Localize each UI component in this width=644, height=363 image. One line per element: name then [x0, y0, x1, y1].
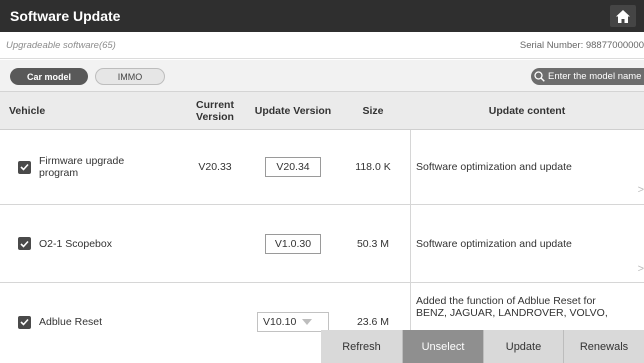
- vehicle-name: Adblue Reset: [39, 316, 103, 328]
- page-title: Software Update: [10, 8, 121, 24]
- action-bar: Refresh Unselect Update Renewals: [321, 330, 644, 363]
- software-update-screen: Software Update Upgradeable software(65)…: [0, 0, 644, 363]
- update-content-text: Software optimization and update: [416, 161, 572, 173]
- header-current-version: Current Version: [196, 99, 234, 123]
- vehicle-cell: Firmware upgrade program: [18, 130, 178, 204]
- home-icon: [616, 9, 630, 23]
- update-content-text: Added the function of Adblue Reset for B…: [416, 295, 608, 319]
- row-checkbox[interactable]: [18, 160, 31, 174]
- chevron-right-icon[interactable]: >: [638, 263, 644, 275]
- size: 50.3 M: [356, 237, 390, 250]
- vehicle-name: O2-1 Scopebox: [39, 237, 112, 250]
- size: 118.0 K: [355, 161, 391, 173]
- update-content: Software optimization and update: [410, 205, 644, 282]
- tab-immo[interactable]: IMMO: [95, 68, 165, 85]
- current-version: [180, 205, 250, 282]
- upgradeable-count: Upgradeable software(65): [6, 40, 116, 51]
- unselect-button[interactable]: Unselect: [402, 330, 483, 363]
- vehicle-cell: O2-1 Scopebox: [18, 205, 178, 282]
- refresh-button[interactable]: Refresh: [321, 330, 402, 363]
- table-row[interactable]: O2-1 Scopebox V1.0.30 50.3 M Software op…: [0, 205, 644, 283]
- header-size: Size: [362, 105, 384, 117]
- row-checkbox[interactable]: [18, 237, 31, 250]
- tab-car-model[interactable]: Car model: [10, 68, 88, 85]
- title-bar: Software Update: [0, 0, 644, 32]
- update-version-field[interactable]: V1.0.30: [265, 233, 321, 254]
- table-header: Vehicle Current Version Update Version S…: [0, 92, 644, 130]
- search-placeholder: Enter the model name: [548, 71, 642, 82]
- caret-down-icon: [302, 319, 313, 325]
- checkmark-icon: [20, 240, 29, 248]
- row-checkbox[interactable]: [18, 315, 31, 329]
- update-button[interactable]: Update: [483, 330, 563, 363]
- checkmark-icon: [20, 318, 29, 326]
- model-search-input[interactable]: Enter the model name: [531, 68, 644, 85]
- search-icon: [534, 71, 545, 82]
- update-version-value: V10.10: [263, 316, 297, 328]
- header-update-version: Update Version: [254, 105, 332, 117]
- update-content-text: Software optimization and update: [416, 237, 572, 250]
- vehicle-name: Firmware upgrade program: [39, 155, 125, 179]
- home-button[interactable]: [610, 5, 636, 27]
- update-content: Software optimization and update: [410, 130, 644, 204]
- current-version: V20.33: [198, 161, 232, 173]
- table-row[interactable]: Firmware upgrade program V20.33 V20.34 1…: [0, 130, 644, 205]
- header-vehicle: Vehicle: [9, 105, 46, 117]
- filter-row: Car model IMMO Enter the model name: [0, 60, 644, 92]
- renewals-button[interactable]: Renewals: [563, 330, 644, 363]
- update-version-cell: V1.0.30: [250, 205, 336, 282]
- header-update-content: Update content: [488, 105, 566, 117]
- vehicle-cell: Adblue Reset: [18, 291, 178, 353]
- update-version-cell: V20.34: [250, 130, 336, 204]
- chevron-right-icon[interactable]: >: [638, 184, 644, 196]
- info-row: Upgradeable software(65) Serial Number: …: [0, 32, 644, 59]
- checkmark-icon: [20, 163, 29, 171]
- update-version-field[interactable]: V20.34: [265, 157, 321, 177]
- serial-number: Serial Number: 98877000000: [519, 40, 644, 51]
- update-version-select[interactable]: V10.10: [257, 312, 329, 332]
